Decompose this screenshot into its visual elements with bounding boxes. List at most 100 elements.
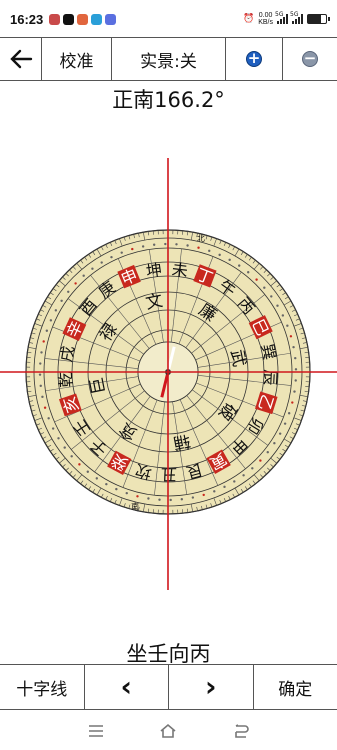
back-button[interactable]: [0, 38, 42, 80]
compass-area[interactable]: 坎癸子壬亥乾戌辛酉庚申坤未丁午丙巳巽辰乙卯甲寅艮丑贪巨禄文廉武破辅北南: [0, 150, 337, 630]
status-time: 16:23: [10, 11, 44, 27]
battery-icon: [307, 14, 330, 24]
outer-marker: [131, 247, 134, 251]
outer-marker: [278, 432, 282, 435]
outer-marker: [218, 253, 221, 257]
outer-marker: [86, 470, 89, 473]
outer-marker: [175, 243, 178, 246]
menu-nav-button[interactable]: [86, 721, 106, 741]
outer-marker: [82, 274, 85, 277]
system-nav-bar: [0, 712, 337, 750]
zoom-in-button[interactable]: +: [226, 38, 283, 80]
outer-marker: [291, 401, 294, 404]
outer-marker: [169, 498, 172, 502]
outer-marker: [164, 242, 167, 246]
outer-marker: [40, 351, 43, 354]
outer-marker: [276, 304, 279, 307]
chevron-left-icon: ‹: [120, 670, 133, 703]
outer-marker: [110, 255, 113, 259]
outer-marker: [263, 286, 266, 289]
outer-marker: [125, 491, 128, 495]
outer-marker: [191, 496, 195, 499]
outer-marker: [259, 459, 262, 462]
outer-marker: [120, 251, 123, 254]
crosshair-button[interactable]: 十字线: [0, 665, 85, 709]
tiktok-icon: [63, 13, 75, 25]
outer-marker: [247, 271, 250, 274]
mountain-label: 乾: [56, 371, 76, 388]
outer-marker: [70, 455, 73, 458]
live-view-toggle[interactable]: 实景:关: [112, 38, 226, 80]
outer-marker: [158, 498, 161, 501]
outer-marker: [136, 495, 139, 498]
mountain-label: 未: [171, 260, 189, 281]
notification-icons: [49, 13, 117, 25]
net-speed: 0.00 KB/s: [258, 12, 273, 26]
signal-icon: 5G: [275, 11, 288, 24]
alarm-icon: ⏰: [242, 14, 255, 24]
app-notification-icon: [105, 13, 117, 25]
outer-marker: [39, 384, 42, 388]
outer-marker: [78, 463, 81, 466]
calibrate-button[interactable]: 校准: [42, 38, 112, 80]
back-nav-icon: [235, 724, 249, 738]
mountain-label: 戌: [56, 344, 78, 363]
status-bar: 16:23 ⏰ 0.00 KB/s 5G 5G: [0, 0, 337, 38]
outer-marker: [39, 362, 42, 365]
app-notification-icon: [49, 13, 61, 25]
outer-marker: [293, 390, 296, 393]
prev-button[interactable]: ‹: [85, 665, 169, 709]
outer-marker: [47, 417, 50, 420]
outer-marker: [228, 258, 231, 262]
outer-marker: [54, 309, 58, 312]
outer-marker: [95, 477, 98, 480]
next-button[interactable]: ›: [169, 665, 254, 709]
outer-marker: [292, 345, 295, 349]
menu-icon: [89, 725, 104, 737]
outer-marker: [152, 243, 156, 246]
compass-heading: 正南166.2°: [112, 88, 225, 112]
outer-marker: [60, 299, 63, 302]
outer-marker: [186, 244, 189, 247]
outer-marker: [105, 482, 108, 486]
chevron-right-icon: ›: [204, 670, 217, 703]
outer-marker: [115, 487, 118, 491]
outer-marker: [289, 335, 293, 338]
outer-marker: [41, 395, 44, 399]
outer-marker: [213, 490, 216, 493]
home-icon: [160, 723, 177, 738]
outer-marker: [294, 356, 297, 360]
bottom-toolbar: 十字线 ‹ › 确定: [0, 664, 337, 710]
outer-marker: [63, 446, 66, 449]
outer-marker: [242, 474, 245, 477]
plus-icon: +: [246, 49, 262, 67]
zoom-out-button[interactable]: −: [283, 38, 337, 80]
outer-marker: [286, 324, 289, 327]
outer-marker: [266, 451, 269, 454]
outer-marker: [91, 267, 94, 270]
outer-marker: [294, 368, 298, 371]
mountain-label: 丑: [161, 465, 177, 484]
outer-marker: [273, 442, 276, 445]
outer-marker: [38, 373, 42, 376]
outer-marker: [67, 290, 70, 293]
back-nav-button[interactable]: [231, 721, 251, 741]
outer-marker: [57, 437, 60, 440]
outer-marker: [197, 246, 200, 249]
outer-marker: [281, 314, 285, 317]
outer-marker: [208, 249, 211, 253]
outer-marker: [180, 498, 184, 501]
outer-marker: [42, 340, 45, 343]
home-nav-button[interactable]: [158, 721, 178, 741]
mountain-label: 坤: [145, 260, 163, 281]
luopan-compass[interactable]: 坎癸子壬亥乾戌辛酉庚申坤未丁午丙巳巽辰乙卯甲寅艮丑贪巨禄文 廉武破辅北南: [0, 150, 337, 630]
outer-marker: [147, 497, 150, 500]
confirm-button[interactable]: 确定: [254, 665, 337, 709]
outer-marker: [283, 422, 287, 425]
outer-marker: [233, 480, 236, 483]
back-arrow-icon: [9, 49, 32, 69]
outer-marker: [255, 278, 258, 281]
app-notification-icon: [77, 13, 89, 25]
cardinal-label: 南: [131, 501, 139, 511]
outer-marker: [202, 493, 205, 497]
